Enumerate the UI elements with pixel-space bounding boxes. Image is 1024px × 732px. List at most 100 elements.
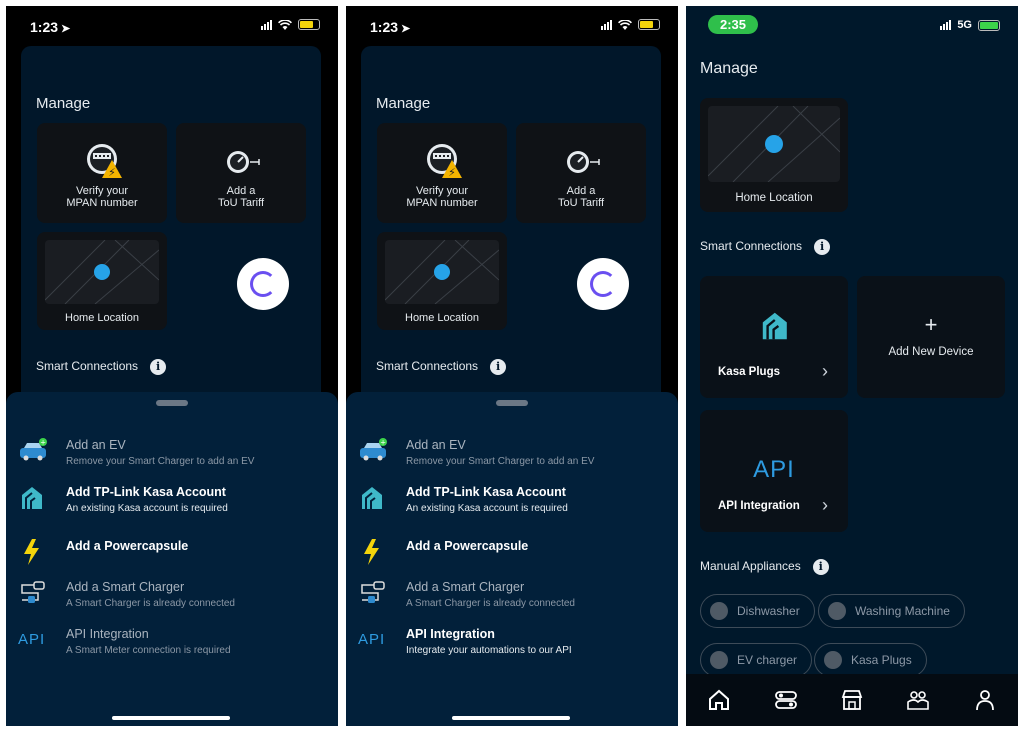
add-tou-label: Add a ToU Tariff bbox=[217, 185, 265, 209]
shop-icon[interactable] bbox=[839, 687, 865, 713]
meter-warning-icon: ⚡ bbox=[427, 144, 462, 179]
map-preview bbox=[385, 240, 499, 304]
option-title: Add a Powercapsule bbox=[66, 539, 189, 553]
home-location-tile[interactable]: Home Location bbox=[377, 232, 507, 330]
info-icon[interactable]: i bbox=[814, 239, 831, 255]
option-add-powercapsule[interactable]: Add a Powercapsule bbox=[6, 537, 338, 577]
sheet-handle[interactable] bbox=[156, 400, 188, 406]
wifi-icon bbox=[618, 19, 632, 30]
option-api-integration[interactable]: API API Integration Integrate your autom… bbox=[346, 625, 678, 665]
dial-icon bbox=[227, 151, 260, 173]
location-arrow-icon: ➤ bbox=[61, 23, 71, 35]
home-location-tile[interactable]: Home Location bbox=[37, 232, 167, 330]
car-add-icon: + bbox=[20, 438, 47, 461]
api-icon: API bbox=[358, 631, 386, 648]
svg-text:+: + bbox=[380, 439, 386, 447]
info-icon[interactable]: i bbox=[812, 559, 829, 575]
svg-text:+: + bbox=[40, 439, 46, 447]
option-title: Add TP-Link Kasa Account bbox=[406, 485, 566, 499]
option-subtitle: A Smart Meter connection is required bbox=[66, 645, 231, 656]
option-title: API Integration bbox=[406, 627, 495, 641]
home-indicator bbox=[112, 716, 230, 720]
appliance-chip[interactable]: Washing Machine bbox=[818, 594, 965, 628]
car-add-icon: + bbox=[360, 438, 387, 461]
info-icon[interactable]: i bbox=[150, 359, 167, 375]
radio-circle-icon bbox=[710, 651, 728, 669]
home-location-label: Home Location bbox=[65, 312, 139, 324]
option-api-integration[interactable]: API API Integration A Smart Meter connec… bbox=[6, 625, 338, 665]
add-new-device-label: Add New Device bbox=[888, 346, 974, 358]
svg-text:⚡: ⚡ bbox=[448, 166, 456, 179]
manage-title: Manage bbox=[376, 95, 431, 112]
home-indicator bbox=[452, 716, 570, 720]
signal-icon bbox=[601, 19, 612, 30]
option-title: Add a Powercapsule bbox=[406, 539, 529, 553]
api-integration-label: API Integration bbox=[718, 500, 800, 512]
option-subtitle: Remove your Smart Charger to add an EV bbox=[406, 456, 595, 467]
manage-title: Manage bbox=[700, 60, 758, 77]
verify-mpan-tile[interactable]: ⚡ Verify your MPAN number bbox=[37, 123, 167, 223]
option-add-ev[interactable]: + Add an EV Remove your Smart Charger to… bbox=[346, 436, 678, 476]
kasa-plugs-label: Kasa Plugs bbox=[718, 366, 780, 378]
option-subtitle: Integrate your automations to our API bbox=[406, 645, 572, 656]
location-dot bbox=[765, 135, 783, 153]
signal-icon bbox=[261, 19, 272, 30]
add-tou-tariff-tile[interactable]: Add a ToU Tariff bbox=[516, 123, 646, 223]
info-icon[interactable]: i bbox=[490, 359, 507, 375]
add-connection-sheet: + Add an EV Remove your Smart Charger to… bbox=[6, 392, 338, 726]
home-icon[interactable] bbox=[706, 687, 732, 713]
radio-circle-icon bbox=[828, 602, 846, 620]
loading-spinner bbox=[237, 258, 289, 310]
option-add-smart-charger[interactable]: Add a Smart Charger A Smart Charger is a… bbox=[346, 578, 678, 618]
manual-appliances-heading: Manual Appliances i bbox=[700, 559, 829, 575]
option-add-kasa[interactable]: Add TP-Link Kasa Account An existing Kas… bbox=[6, 483, 338, 523]
appliance-chip[interactable]: EV charger bbox=[700, 643, 813, 677]
home-location-tile[interactable]: Home Location bbox=[700, 98, 848, 212]
appliance-chip[interactable]: Dishwasher bbox=[700, 594, 815, 628]
network-type: 5G bbox=[957, 19, 972, 31]
status-time: 2:35 bbox=[708, 15, 759, 34]
option-title: Add an EV bbox=[66, 438, 126, 452]
profile-icon[interactable] bbox=[972, 687, 998, 713]
api-icon: API bbox=[753, 456, 795, 483]
kasa-plugs-tile[interactable]: Kasa Plugs › bbox=[700, 276, 848, 398]
option-add-ev[interactable]: + Add an EV Remove your Smart Charger to… bbox=[6, 436, 338, 476]
option-title: Add a Smart Charger bbox=[66, 580, 185, 594]
add-tou-tariff-tile[interactable]: Add a ToU Tariff bbox=[176, 123, 306, 223]
phone-screen-3: 2:35 5G Manage Home Location Smart Conne… bbox=[686, 6, 1018, 726]
verify-mpan-label: Verify your MPAN number bbox=[66, 185, 138, 209]
option-add-kasa[interactable]: Add TP-Link Kasa Account An existing Kas… bbox=[346, 483, 678, 523]
add-connection-sheet: + Add an EV Remove your Smart Charger to… bbox=[346, 392, 678, 726]
manage-title: Manage bbox=[36, 95, 91, 112]
option-subtitle: An existing Kasa account is required bbox=[406, 503, 568, 514]
option-add-smart-charger[interactable]: Add a Smart Charger A Smart Charger is a… bbox=[6, 578, 338, 618]
chevron-right-icon: › bbox=[822, 361, 828, 381]
svg-text:⚡: ⚡ bbox=[108, 166, 116, 179]
option-subtitle: An existing Kasa account is required bbox=[66, 503, 228, 514]
option-add-powercapsule[interactable]: Add a Powercapsule bbox=[346, 537, 678, 577]
smart-connections-heading: Smart Connections i bbox=[700, 239, 831, 255]
community-icon[interactable] bbox=[905, 687, 931, 713]
phone-screen-2: 1:23 ➤ Manage ⚡ Verify your MPAN number A… bbox=[346, 6, 678, 726]
add-new-device-tile[interactable]: + Add New Device bbox=[857, 276, 1005, 398]
loading-spinner bbox=[577, 258, 629, 310]
map-preview bbox=[45, 240, 159, 304]
option-subtitle: A Smart Charger is already connected bbox=[406, 598, 575, 609]
battery-icon bbox=[298, 19, 320, 30]
location-dot bbox=[94, 264, 110, 280]
bottom-nav bbox=[686, 674, 1018, 726]
verify-mpan-tile[interactable]: ⚡ Verify your MPAN number bbox=[377, 123, 507, 223]
signal-icon bbox=[940, 20, 952, 30]
sheet-handle[interactable] bbox=[496, 400, 528, 406]
option-subtitle: Remove your Smart Charger to add an EV bbox=[66, 456, 255, 467]
status-time: 1:23 ➤ bbox=[370, 19, 411, 35]
toggles-icon[interactable] bbox=[773, 687, 799, 713]
api-integration-tile[interactable]: API API Integration › bbox=[700, 410, 848, 532]
option-title: Add an EV bbox=[406, 438, 466, 452]
smart-connections-heading: Smart Connections i bbox=[376, 359, 507, 375]
location-arrow-icon: ➤ bbox=[401, 23, 411, 35]
radio-circle-icon bbox=[824, 651, 842, 669]
option-subtitle: A Smart Charger is already connected bbox=[66, 598, 235, 609]
kasa-icon bbox=[22, 487, 42, 509]
appliance-chip[interactable]: Kasa Plugs bbox=[814, 643, 927, 677]
